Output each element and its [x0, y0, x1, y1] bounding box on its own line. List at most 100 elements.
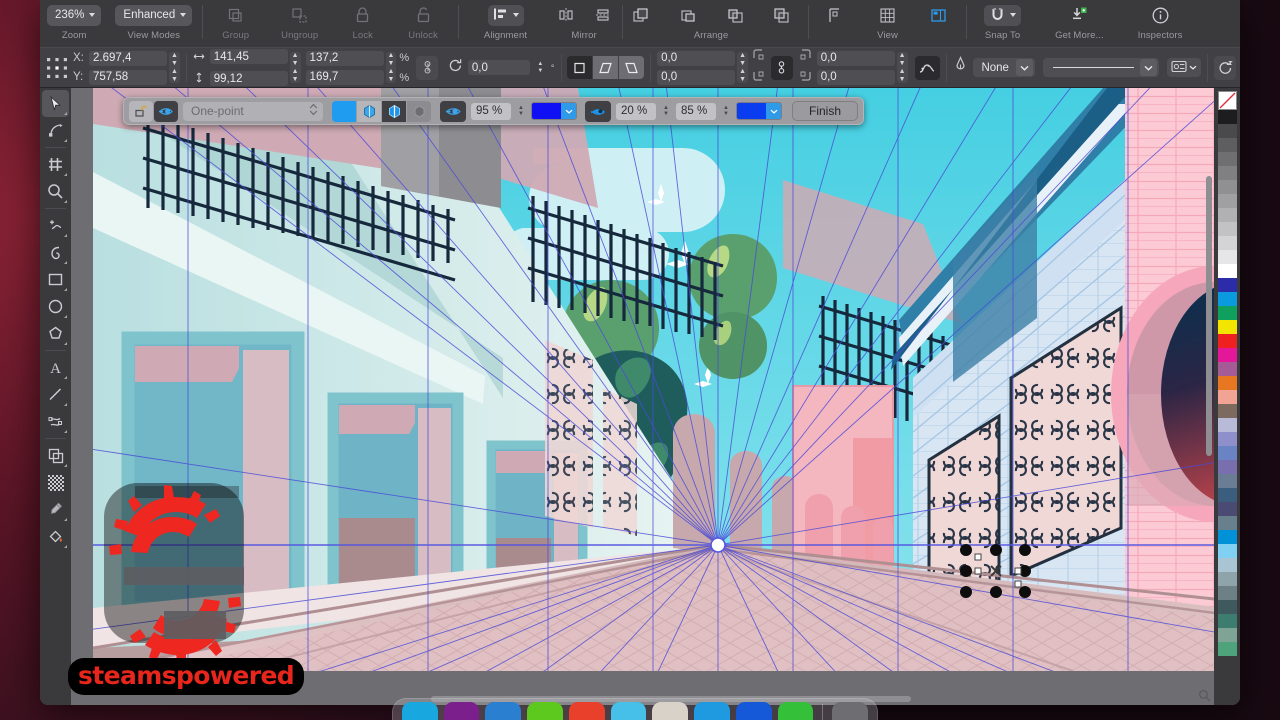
dock-icon[interactable] — [652, 702, 689, 720]
size-stepper[interactable]: ▲ ▼ ▲ ▼ — [289, 52, 301, 83]
finish-button[interactable]: Finish — [792, 101, 859, 121]
color-swatch[interactable] — [1217, 614, 1237, 628]
pen-icon[interactable] — [954, 56, 967, 79]
color-swatch[interactable] — [1217, 572, 1237, 586]
move-tool[interactable] — [42, 90, 69, 117]
rotate-icon[interactable] — [448, 58, 463, 78]
smooth-corners-button[interactable] — [914, 55, 940, 80]
color-swatch[interactable] — [1217, 474, 1237, 488]
color-swatch[interactable] — [1217, 488, 1237, 502]
plane-visibility-button[interactable] — [585, 100, 611, 122]
vertical-scrollbar[interactable] — [1206, 176, 1212, 456]
corner-br-icon[interactable] — [799, 70, 812, 88]
line-tool[interactable] — [42, 381, 69, 408]
density-input[interactable]: 85 % — [676, 102, 716, 120]
view-modes-dropdown[interactable]: Enhanced — [115, 4, 193, 26]
color-swatch[interactable] — [1217, 390, 1237, 404]
color-swatch[interactable] — [1217, 264, 1237, 278]
dock-icon[interactable] — [443, 702, 480, 720]
toolbar-group-group[interactable]: Group — [206, 3, 265, 41]
stroke-width-dropdown[interactable] — [1043, 58, 1160, 77]
reset-rotation-button[interactable] — [1214, 55, 1236, 80]
corner-stepper[interactable]: ▲ ▼ ▲ ▼ — [737, 52, 749, 83]
color-swatch-strip[interactable] — [1214, 88, 1240, 705]
move-backward-icon[interactable] — [724, 5, 745, 26]
color-swatch[interactable] — [1217, 320, 1237, 334]
grid-color-picker[interactable] — [531, 102, 577, 120]
scale-stepper[interactable]: ▲ ▼ ▲ ▼ — [385, 52, 397, 83]
color-swatch[interactable] — [1217, 502, 1237, 516]
inset-stepper[interactable]: ▲ ▼ ▲ ▼ — [896, 52, 908, 83]
dock-icon[interactable] — [402, 702, 438, 720]
ellipse-tool[interactable] — [42, 293, 69, 320]
color-swatch[interactable] — [1217, 222, 1237, 236]
height-percent-input[interactable]: 169,7 — [305, 69, 384, 85]
vector-brush-tool[interactable] — [42, 408, 69, 435]
grid-opacity-input[interactable]: 95 % — [471, 102, 511, 120]
move-to-front-icon[interactable] — [630, 5, 651, 26]
shear-right-button[interactable] — [619, 56, 645, 79]
guides-icon[interactable] — [826, 5, 847, 26]
color-swatch[interactable] — [1217, 138, 1237, 152]
color-swatch[interactable] — [1217, 446, 1237, 460]
dock-icon[interactable] — [694, 702, 730, 720]
stroke-style-dropdown[interactable]: None — [973, 58, 1036, 77]
grid-icon[interactable] — [877, 5, 898, 26]
plane-left-button[interactable] — [332, 100, 356, 122]
color-swatch[interactable] — [1217, 362, 1237, 376]
color-swatch[interactable] — [1217, 432, 1237, 446]
field-of-view-input[interactable]: 20 % — [616, 102, 656, 120]
field-of-view-stepper[interactable]: ▲ ▼ — [661, 105, 671, 117]
toolbar-group-ungroup[interactable]: Ungroup — [265, 3, 334, 41]
color-swatch[interactable] — [1217, 516, 1237, 530]
pen-tool[interactable] — [42, 239, 69, 266]
corner-tl-icon[interactable] — [752, 47, 765, 65]
color-swatch[interactable] — [1217, 208, 1237, 222]
color-swatch[interactable] — [1217, 642, 1237, 656]
color-swatch[interactable] — [1217, 530, 1237, 544]
grid-visibility-button[interactable] — [440, 100, 466, 122]
corner-bl-icon[interactable] — [752, 70, 765, 88]
link-size-toggle[interactable] — [416, 55, 438, 80]
corner-bottom-input[interactable]: 0,0 — [657, 69, 736, 85]
color-swatch[interactable] — [1217, 152, 1237, 166]
color-swatch[interactable] — [1217, 600, 1237, 614]
color-swatch[interactable] — [1217, 194, 1237, 208]
toolbar-group-inspectors[interactable]: Inspectors — [1124, 3, 1197, 41]
x-input[interactable]: 2.697,4 — [89, 50, 167, 66]
color-swatch[interactable] — [1217, 110, 1237, 124]
plane-color-picker[interactable] — [736, 102, 782, 120]
color-swatch[interactable] — [1217, 166, 1237, 180]
width-percent-input[interactable]: 137,2 — [305, 50, 384, 66]
toolbar-group-unlock[interactable]: Unlock — [391, 3, 455, 41]
width-input[interactable]: 141,45 — [209, 49, 288, 64]
dock-icon[interactable] — [735, 702, 772, 720]
mirror-horizontal-icon[interactable] — [555, 5, 576, 26]
corner-tr-icon[interactable] — [799, 47, 812, 65]
show-panels-icon[interactable] — [928, 5, 949, 26]
grid-opacity-stepper[interactable]: ▲ ▼ — [516, 105, 526, 117]
plane-front-button[interactable] — [357, 100, 381, 122]
artwork-canvas[interactable] — [93, 88, 1214, 671]
zoom-corner-icon[interactable] — [1197, 688, 1211, 702]
inset-top-input[interactable]: 0,0 — [816, 50, 895, 66]
shear-left-button[interactable] — [593, 56, 619, 79]
node-tool[interactable] — [42, 117, 69, 144]
color-swatch[interactable] — [1217, 558, 1237, 572]
link-corners-toggle[interactable] — [771, 55, 793, 80]
toolbar-group-lock[interactable]: Lock — [334, 3, 391, 41]
toolbar-group-alignment[interactable]: Alignment — [462, 3, 549, 41]
rotation-stepper[interactable]: ▲ ▼ — [535, 61, 546, 74]
alignment-dropdown[interactable] — [487, 4, 524, 26]
transparency-tool[interactable] — [42, 469, 69, 496]
color-swatch[interactable] — [1217, 124, 1237, 138]
rotation-input[interactable]: 0,0 — [467, 60, 530, 75]
color-swatch[interactable] — [1217, 91, 1237, 110]
color-swatch[interactable] — [1217, 376, 1237, 390]
shear-none-button[interactable] — [567, 56, 593, 79]
shape-builder-tool[interactable] — [42, 442, 69, 469]
color-swatch[interactable] — [1217, 404, 1237, 418]
zoom-tool[interactable] — [42, 178, 69, 205]
color-swatch[interactable] — [1217, 250, 1237, 264]
color-swatch[interactable] — [1217, 460, 1237, 474]
